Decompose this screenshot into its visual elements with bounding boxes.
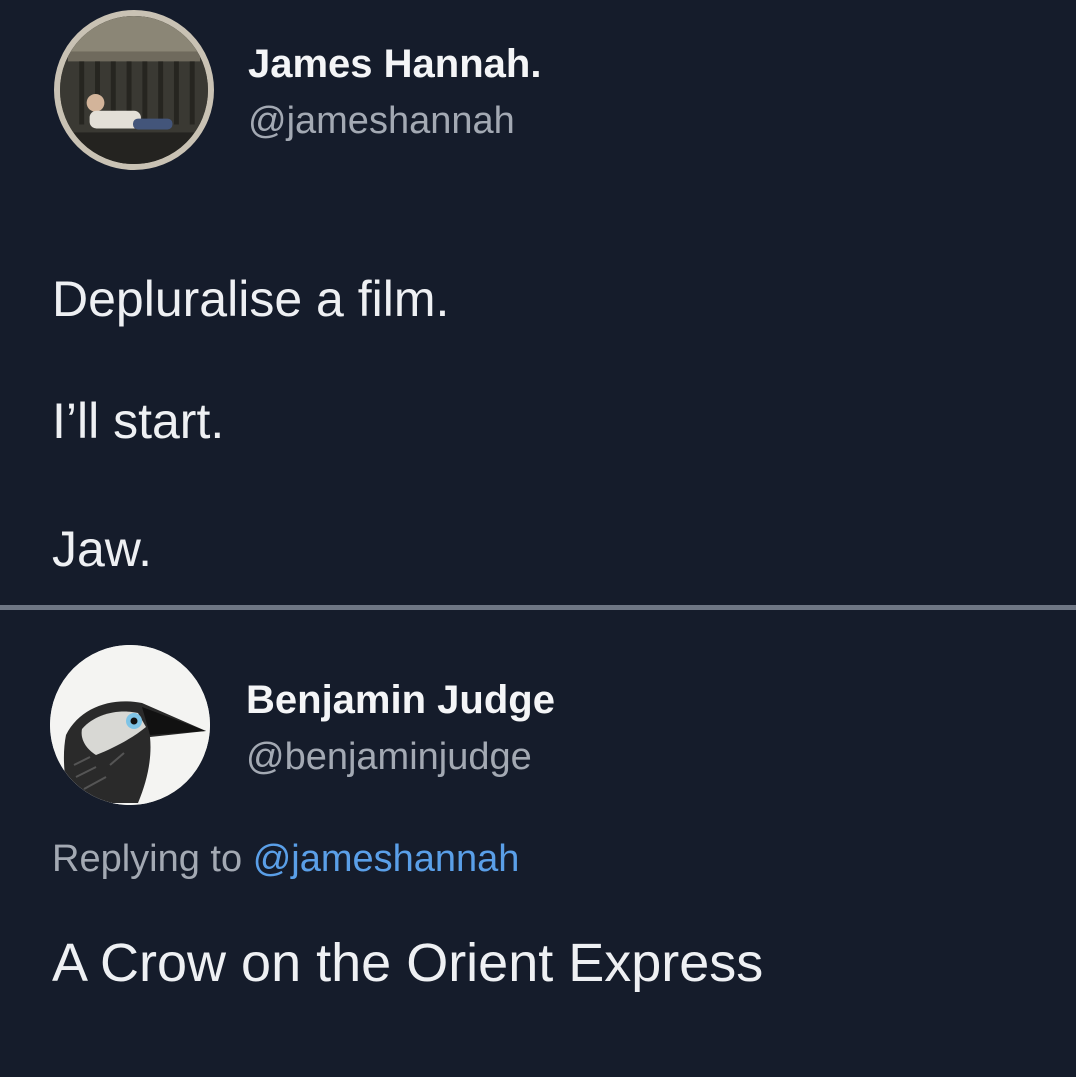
user-avatar[interactable] bbox=[54, 10, 214, 170]
replying-prefix: Replying to bbox=[52, 838, 243, 880]
user-name[interactable]: James Hannah. bbox=[248, 42, 541, 87]
replying-to: Replying to @jameshannah bbox=[52, 838, 519, 881]
tweet-text-line: Jaw. bbox=[52, 521, 153, 577]
person-in-window-photo-icon bbox=[60, 16, 208, 164]
user-name[interactable]: Benjamin Judge bbox=[246, 678, 555, 723]
tweet-reply: Benjamin Judge @benjaminjudge Replying t… bbox=[0, 612, 1076, 1077]
user-handle[interactable]: @benjaminjudge bbox=[246, 736, 532, 779]
tweet-original: James Hannah. @jameshannah Depluralise a… bbox=[0, 0, 1076, 606]
replying-mention-link[interactable]: @jameshannah bbox=[253, 838, 520, 880]
user-handle[interactable]: @jameshannah bbox=[248, 100, 515, 143]
tweet-text: A Crow on the Orient Express bbox=[52, 933, 764, 993]
tweet-text-line: I’ll start. bbox=[52, 393, 225, 449]
user-avatar[interactable] bbox=[50, 645, 210, 805]
tweet-text-line: Depluralise a film. bbox=[52, 271, 450, 327]
tweet-divider bbox=[0, 605, 1076, 610]
crow-drawing-icon bbox=[50, 645, 210, 805]
